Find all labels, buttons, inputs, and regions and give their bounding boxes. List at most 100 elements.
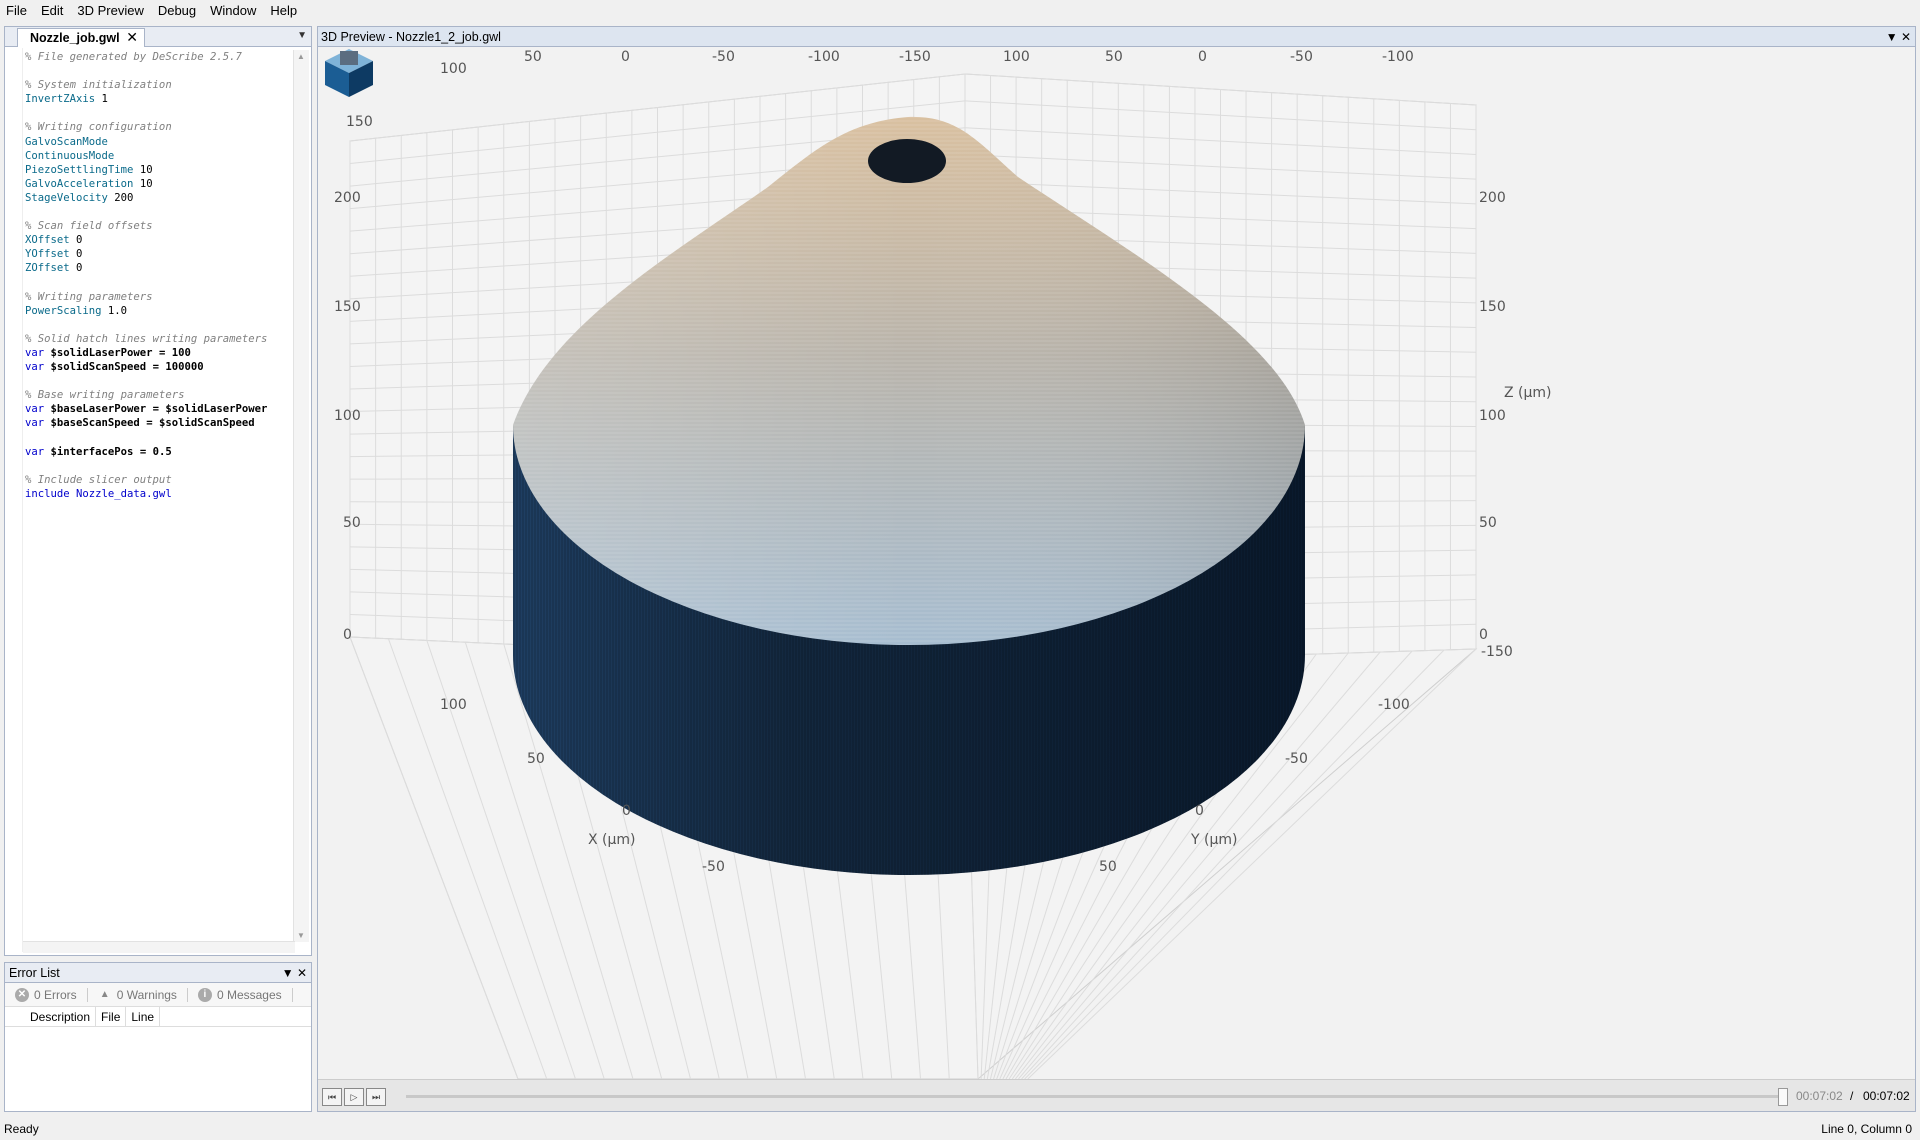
playback-slider[interactable] bbox=[406, 1095, 1786, 1098]
editor-horizontal-scrollbar[interactable] bbox=[23, 941, 295, 953]
close-icon[interactable]: ✕ bbox=[126, 29, 138, 46]
code-line: InvertZAxis 1 bbox=[25, 93, 108, 106]
editor-tab-bar: Nozzle_job.gwl ✕ ▼ bbox=[5, 27, 311, 47]
top-tick: 50 bbox=[1105, 49, 1123, 65]
scroll-up-icon[interactable]: ▲ bbox=[297, 52, 305, 61]
error-filters: ✕ 0 Errors ▲ 0 Warnings i 0 Messages bbox=[5, 983, 311, 1007]
menu-bar: File Edit 3D Preview Debug Window Help bbox=[0, 0, 1920, 22]
chevron-down-icon[interactable]: ▼ bbox=[1886, 30, 1898, 44]
y-tick: -100 bbox=[1378, 697, 1410, 713]
close-icon[interactable]: ✕ bbox=[1901, 30, 1911, 44]
editor-tab-label: Nozzle_job.gwl bbox=[30, 31, 120, 45]
z-tick-right: 100 bbox=[1479, 408, 1506, 424]
code-line: % Scan field offsets bbox=[25, 220, 153, 233]
top-tick: -100 bbox=[1382, 49, 1414, 65]
preview-panel: 3D Preview - Nozzle1_2_job.gwl ▼ ✕ 0 50 … bbox=[317, 26, 1916, 1112]
column-file[interactable]: File bbox=[96, 1006, 127, 1027]
code-line: var $baseLaserPower = $solidLaserPower bbox=[25, 403, 268, 416]
warnings-count: 0 Warnings bbox=[116, 987, 177, 1002]
z-tick-left: 200 bbox=[334, 190, 361, 206]
code-line: GalvoScanMode bbox=[25, 135, 108, 148]
code-line: var $solidScanSpeed = 100000 bbox=[25, 361, 204, 374]
editor-tab[interactable]: Nozzle_job.gwl ✕ bbox=[17, 28, 145, 47]
x-tick: -50 bbox=[702, 859, 725, 875]
z-axis-label: Z (µm) bbox=[318, 385, 319, 401]
menu-edit[interactable]: Edit bbox=[34, 0, 70, 22]
warning-icon: ▲ bbox=[99, 989, 110, 1000]
playback-slider-thumb[interactable] bbox=[1778, 1088, 1788, 1106]
column-line[interactable]: Line bbox=[126, 1006, 161, 1027]
y-tick: -50 bbox=[1285, 751, 1308, 767]
errors-filter[interactable]: ✕ 0 Errors bbox=[5, 987, 88, 1002]
code-line: % System initialization bbox=[25, 79, 172, 92]
z-tick-left: 150 bbox=[346, 114, 373, 130]
messages-count: 0 Messages bbox=[216, 987, 282, 1002]
fast-forward-button[interactable]: ⏭ bbox=[366, 1088, 386, 1106]
code-line: var $baseScanSpeed = $solidScanSpeed bbox=[25, 417, 255, 430]
code-line: var $interfacePos = 0.5 bbox=[25, 445, 172, 458]
current-time: 00:07:02 bbox=[1796, 1089, 1843, 1103]
preview-header: 3D Preview - Nozzle1_2_job.gwl ▼ ✕ bbox=[318, 27, 1915, 47]
warnings-filter[interactable]: ▲ 0 Warnings bbox=[88, 987, 188, 1002]
rewind-icon: ⏮ bbox=[327, 1091, 337, 1102]
top-tick: 0 bbox=[621, 49, 630, 65]
code-line: % File generated by DeScribe 2.5.7 bbox=[25, 51, 242, 63]
top-tick: 50 bbox=[524, 49, 542, 65]
code-line: % Include slicer output bbox=[25, 473, 172, 486]
play-button[interactable]: ▷ bbox=[344, 1088, 364, 1106]
code-line: % Solid hatch lines writing parameters bbox=[25, 332, 268, 345]
close-icon[interactable]: ✕ bbox=[297, 966, 307, 980]
play-icon: ▷ bbox=[350, 1091, 358, 1102]
code-line: StageVelocity 200 bbox=[25, 191, 134, 204]
top-tick: -50 bbox=[712, 49, 735, 65]
z-tick-left: 100 bbox=[334, 408, 361, 424]
3d-viewport[interactable]: 0 50 100 150 200 150 100 0 50 100 150 200 100 50 0 -50 -… bbox=[318, 47, 1915, 1079]
menu-debug[interactable]: Debug bbox=[151, 0, 203, 22]
top-tick: -150 bbox=[899, 49, 931, 65]
scroll-down-icon[interactable]: ▼ bbox=[297, 931, 305, 940]
chevron-down-icon[interactable]: ▼ bbox=[282, 966, 294, 980]
z-axis-label-right: Z (µm) bbox=[1504, 385, 1552, 401]
z-tick-right: 50 bbox=[1479, 515, 1497, 531]
status-bar: Ready Line 0, Column 0 bbox=[0, 1118, 1920, 1140]
cursor-position: Line 0, Column 0 bbox=[1821, 1122, 1912, 1136]
menu-help[interactable]: Help bbox=[263, 0, 304, 22]
messages-filter[interactable]: i 0 Messages bbox=[188, 987, 293, 1002]
error-list-panel: Error List ▼ ✕ ✕ 0 Errors ▲ 0 Warnings i… bbox=[4, 962, 312, 1112]
code-line: PiezoSettlingTime 10 bbox=[25, 163, 153, 176]
code-line: % Base writing parameters bbox=[25, 389, 185, 402]
error-list-columns: Description File Line bbox=[5, 1006, 311, 1027]
code-line: ContinuousMode bbox=[25, 149, 115, 162]
z-tick-left: 100 bbox=[440, 61, 467, 77]
z-tick-right: 0 bbox=[1479, 627, 1488, 643]
menu-window[interactable]: Window bbox=[203, 0, 263, 22]
menu-3d-preview[interactable]: 3D Preview bbox=[70, 0, 150, 22]
z-tick-left: 50 bbox=[343, 515, 361, 531]
z-tick-left: 150 bbox=[334, 299, 361, 315]
column-description[interactable]: Description bbox=[25, 1006, 97, 1027]
error-icon: ✕ bbox=[15, 987, 29, 1002]
code-line: % Writing parameters bbox=[25, 290, 153, 303]
code-line: XOffset 0 bbox=[25, 234, 83, 247]
z-tick-right: 200 bbox=[1479, 190, 1506, 206]
y-tick: -150 bbox=[1481, 644, 1513, 660]
editor-panel: Nozzle_job.gwl ✕ ▼ % File generated by D… bbox=[4, 26, 312, 956]
fast-forward-icon: ⏭ bbox=[371, 1091, 381, 1102]
view-cube-icon[interactable] bbox=[318, 47, 380, 99]
error-list-header: Error List ▼ ✕ bbox=[5, 963, 311, 983]
x-tick: 0 bbox=[622, 803, 631, 819]
chevron-down-icon[interactable]: ▼ bbox=[297, 30, 307, 41]
code-line: YOffset 0 bbox=[25, 248, 83, 261]
top-tick: -100 bbox=[808, 49, 840, 65]
rewind-button[interactable]: ⏮ bbox=[322, 1088, 342, 1106]
menu-file[interactable]: File bbox=[0, 0, 34, 22]
x-tick: 50 bbox=[527, 751, 545, 767]
editor-vertical-scrollbar[interactable]: ▲ ▼ bbox=[293, 50, 309, 942]
code-editor[interactable]: % File generated by DeScribe 2.5.7 % Sys… bbox=[25, 50, 297, 942]
